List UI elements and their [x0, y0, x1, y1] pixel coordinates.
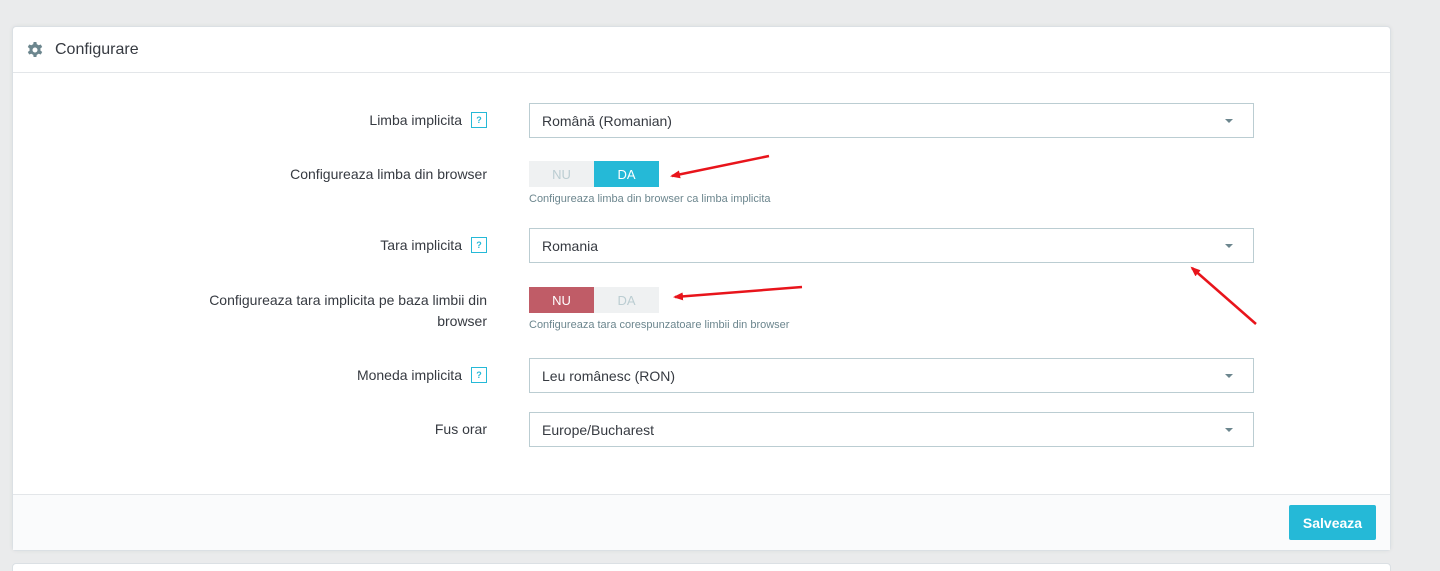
browser-country-label: Configureaza tara implicita pe baza limb…: [209, 292, 487, 329]
default-country-label: Tara implicita: [380, 236, 487, 254]
panel-title: Configurare: [55, 40, 139, 58]
browser-country-switch[interactable]: NU DA: [529, 287, 659, 313]
default-language-label: Limba implicita: [369, 111, 487, 129]
default-country-value: Romania: [542, 237, 599, 254]
configuration-panel: Configurare Limba implicita Română (Roma…: [12, 26, 1391, 551]
gear-icon: [25, 40, 45, 60]
timezone-select[interactable]: Europe/Bucharest: [529, 412, 1254, 447]
default-language-label-text: Limba implicita: [369, 112, 462, 128]
default-currency-value: Leu românesc (RON): [542, 367, 676, 384]
browser-language-hint: Configureaza limba din browser ca limba …: [529, 193, 771, 205]
panel-footer: Salveaza: [13, 494, 1390, 550]
help-icon[interactable]: [471, 237, 487, 253]
browser-language-label: Configureaza limba din browser: [290, 165, 487, 183]
timezone-value: Europe/Bucharest: [542, 421, 655, 438]
browser-language-label-text: Configureaza limba din browser: [290, 166, 487, 182]
browser-country-hint: Configureaza tara corespunzatoare limbii…: [529, 319, 790, 331]
default-currency-label-text: Moneda implicita: [356, 367, 462, 383]
next-panel: [12, 563, 1391, 571]
browser-country-option-da[interactable]: DA: [594, 287, 659, 313]
browser-language-option-da[interactable]: DA: [594, 161, 659, 187]
default-language-value: Română (Romanian): [542, 112, 672, 129]
chevron-down-icon: [1225, 119, 1233, 123]
timezone-label-text: Fus orar: [434, 421, 487, 437]
browser-language-option-nu[interactable]: NU: [529, 161, 594, 187]
chevron-down-icon: [1225, 374, 1233, 378]
save-button[interactable]: Salveaza: [1289, 505, 1376, 540]
chevron-down-icon: [1225, 244, 1233, 248]
default-language-select[interactable]: Română (Romanian): [529, 103, 1254, 138]
default-country-select[interactable]: Romania: [529, 228, 1254, 263]
browser-language-switch[interactable]: NU DA: [529, 161, 659, 187]
default-country-label-text: Tara implicita: [380, 237, 462, 253]
default-currency-select[interactable]: Leu românesc (RON): [529, 358, 1254, 393]
panel-header: Configurare: [13, 27, 1390, 73]
chevron-down-icon: [1225, 428, 1233, 432]
help-icon[interactable]: [471, 367, 487, 383]
help-icon[interactable]: [471, 112, 487, 128]
timezone-label: Fus orar: [435, 420, 487, 438]
default-currency-label: Moneda implicita: [357, 366, 487, 384]
browser-country-option-nu[interactable]: NU: [529, 287, 594, 313]
